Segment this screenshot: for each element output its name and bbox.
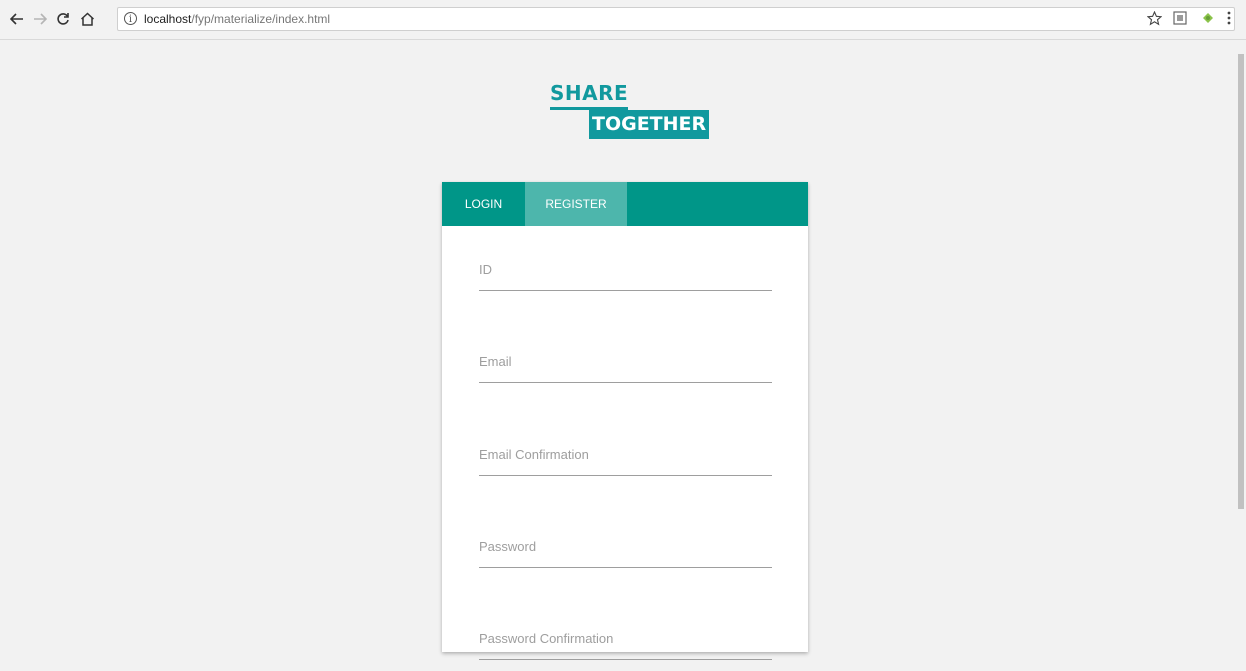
id-field-label: ID — [479, 262, 492, 277]
password-field-underline — [479, 567, 772, 568]
email-field[interactable]: Email — [479, 354, 772, 394]
password-confirmation-field-underline — [479, 659, 772, 660]
logo-together-text: TOGETHER — [589, 110, 710, 139]
email-field-label: Email — [479, 354, 512, 369]
id-field[interactable]: ID — [479, 262, 772, 302]
kebab-menu-icon[interactable] — [1223, 9, 1235, 27]
password-confirmation-field[interactable]: Password Confirmation — [479, 631, 772, 671]
password-field[interactable]: Password — [479, 539, 772, 579]
url-path: /fyp/materialize/index.html — [191, 12, 331, 26]
info-icon[interactable]: i — [124, 12, 137, 25]
logo-share-text: SHARE — [550, 81, 629, 105]
back-arrow-icon[interactable] — [6, 8, 28, 30]
password-confirmation-field-label: Password Confirmation — [479, 631, 614, 646]
home-icon[interactable] — [76, 8, 98, 30]
email-confirmation-field[interactable]: Email Confirmation — [479, 447, 772, 487]
email-confirmation-field-underline — [479, 475, 772, 476]
address-bar[interactable]: i localhost/fyp/materialize/index.html — [117, 7, 1235, 31]
url-text[interactable]: localhost/fyp/materialize/index.html — [144, 12, 330, 26]
page-scrollbar[interactable] — [1236, 40, 1246, 638]
email-field-underline — [479, 382, 772, 383]
extension-icon[interactable] — [1171, 9, 1189, 27]
browser-toolbar: i localhost/fyp/materialize/index.html — [0, 0, 1246, 40]
reload-icon[interactable] — [52, 8, 74, 30]
scrollbar-thumb[interactable] — [1238, 54, 1244, 509]
android-icon[interactable] — [1199, 9, 1217, 27]
star-icon[interactable] — [1145, 9, 1163, 27]
id-field-underline — [479, 290, 772, 291]
auth-tabs: LOGIN REGISTER — [442, 182, 808, 226]
auth-card: LOGIN REGISTER ID Email Email Confirmati… — [442, 182, 808, 660]
tab-login[interactable]: LOGIN — [442, 182, 525, 226]
email-confirmation-field-label: Email Confirmation — [479, 447, 589, 462]
url-host: localhost — [144, 12, 192, 26]
forward-arrow-icon[interactable] — [29, 8, 51, 30]
password-field-label: Password — [479, 539, 537, 554]
tab-register[interactable]: REGISTER — [525, 182, 627, 226]
